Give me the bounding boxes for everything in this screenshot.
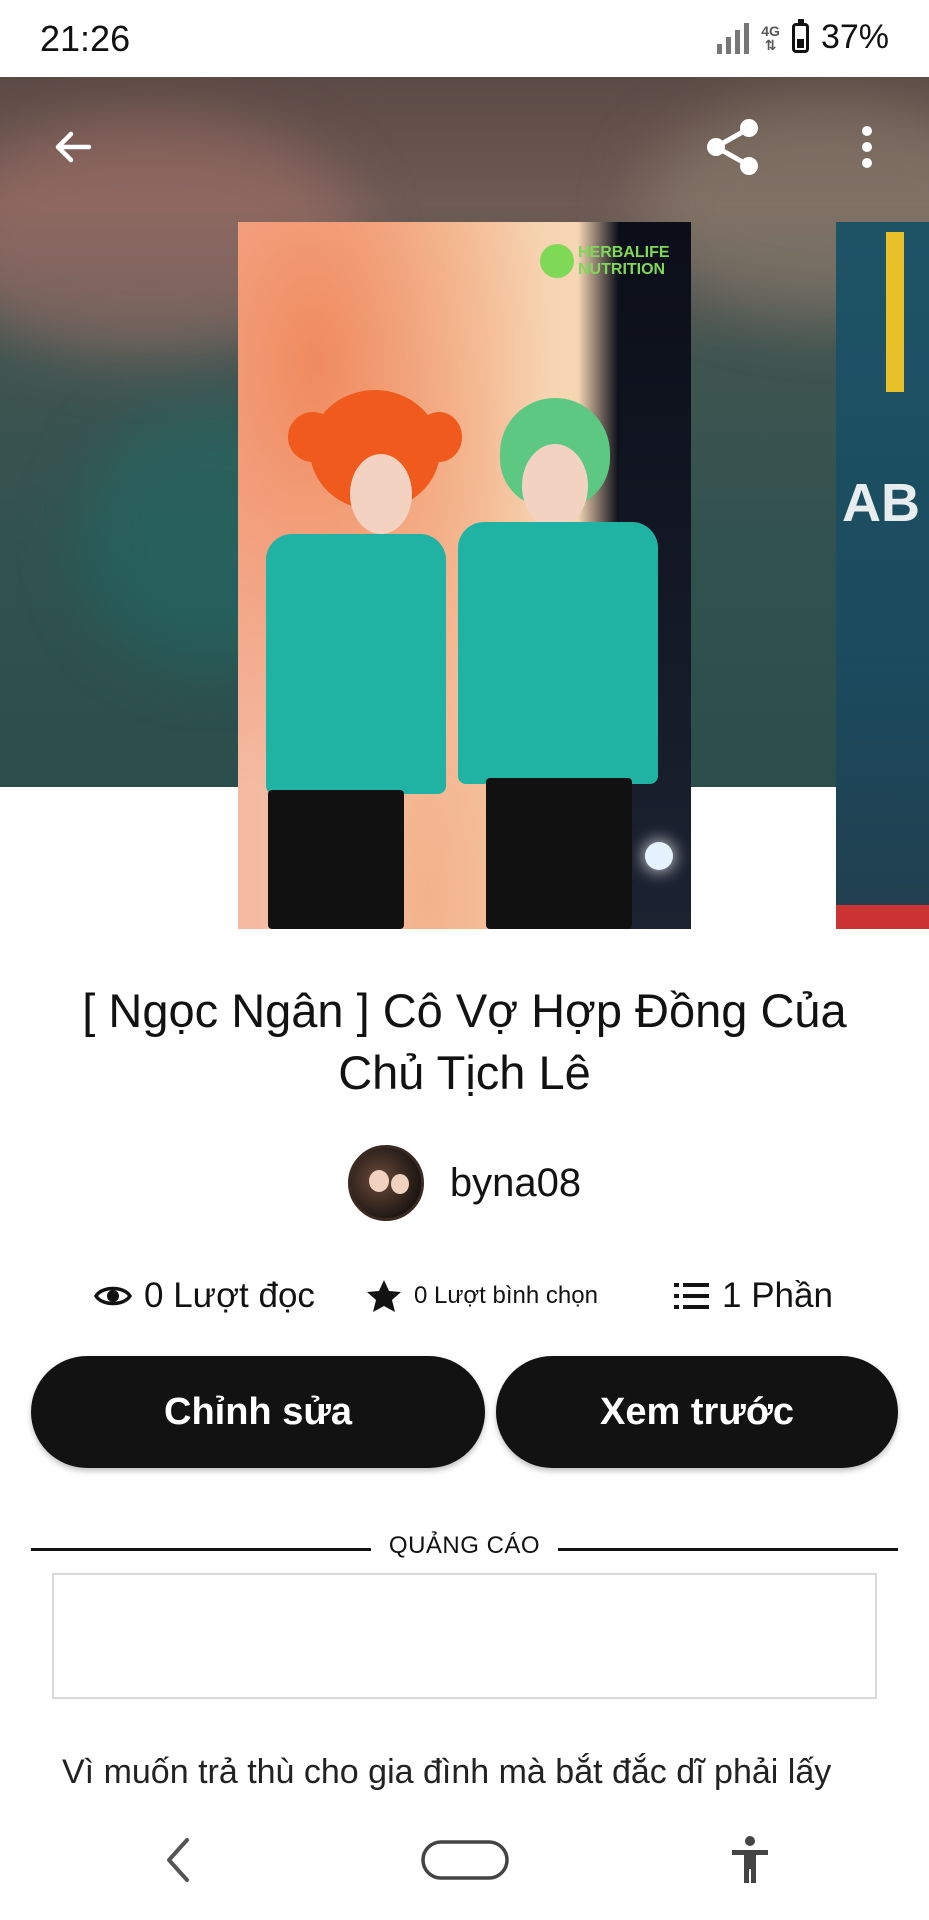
more-vertical-icon	[862, 126, 872, 168]
eye-icon	[94, 1286, 132, 1306]
nav-home-icon	[421, 1840, 509, 1880]
reads-stat: 0 Lượt đọc	[94, 1268, 315, 1324]
ad-slot[interactable]	[52, 1573, 877, 1699]
arrow-left-icon	[55, 131, 92, 163]
nav-back-button[interactable]	[138, 1830, 218, 1890]
share-icon	[707, 119, 758, 175]
avatar[interactable]	[347, 1145, 424, 1221]
parts-stat[interactable]: 1 Phần	[674, 1268, 833, 1324]
status-icons: 4G ⇅ 37%	[717, 18, 889, 57]
accessibility-icon	[732, 1836, 768, 1883]
signal-icon	[717, 22, 750, 54]
battery-level: 37%	[820, 18, 889, 56]
star-icon	[367, 1280, 401, 1312]
brand-logo: HERBALIFE NUTRITION	[540, 244, 670, 278]
status-time: 21:26	[40, 18, 131, 59]
preview-button[interactable]: Xem trước	[496, 1356, 898, 1468]
share-button[interactable]	[697, 112, 767, 182]
nav-home-button[interactable]	[420, 1830, 510, 1890]
system-nav-bar	[0, 1800, 929, 1920]
ad-label: QUẢNG CÁO	[388, 1532, 541, 1559]
story-title: [ Ngọc Ngân ] Cô Vợ Hợp Đồng Của Chủ Tịc…	[82, 984, 847, 1099]
author-row[interactable]: byna08	[0, 1145, 929, 1221]
next-cover-preview[interactable]: AB	[836, 222, 929, 929]
list-icon	[674, 1283, 709, 1309]
story-stats: 0 Lượt đọc 0 Lượt bình chọn 1 Phần	[0, 1268, 929, 1324]
accessibility-button[interactable]	[710, 1830, 790, 1890]
author-name[interactable]: byna08	[450, 1161, 581, 1206]
ad-divider-right	[558, 1548, 898, 1551]
status-bar: 21:26 4G ⇅ 37%	[0, 0, 929, 77]
battery-icon	[791, 18, 809, 53]
back-button[interactable]	[38, 112, 108, 182]
nav-back-icon	[167, 1838, 189, 1882]
story-description: Vì muốn trả thù cho gia đình mà bắt đắc …	[62, 1753, 832, 1791]
story-cover[interactable]: HERBALIFE NUTRITION	[238, 222, 691, 929]
network-indicator: 4G ⇅	[761, 22, 780, 53]
votes-stat: 0 Lượt bình chọn	[366, 1268, 598, 1324]
edit-button[interactable]: Chỉnh sửa	[31, 1356, 485, 1468]
more-options-button[interactable]	[832, 112, 902, 182]
